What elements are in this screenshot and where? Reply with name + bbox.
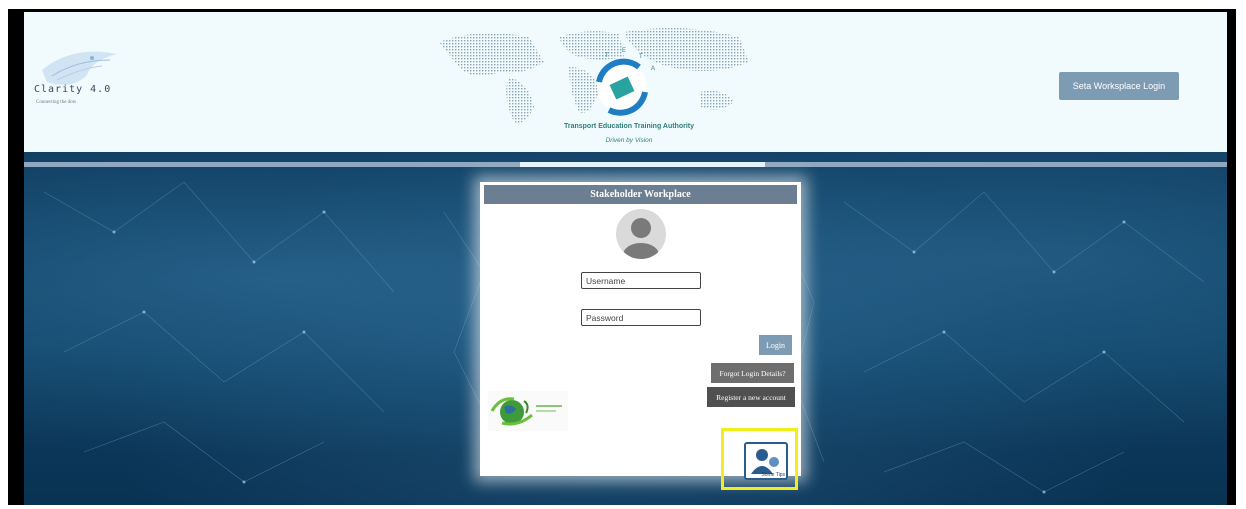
app-logo-title: Clarity 4.0 bbox=[34, 84, 112, 95]
header: Clarity 4.0 Connecting the dots T E T A bbox=[24, 12, 1227, 152]
password-input[interactable] bbox=[581, 309, 701, 326]
svg-text:T: T bbox=[639, 54, 643, 60]
panel-title: Stakeholder Workplace bbox=[484, 185, 797, 204]
login-panel: Stakeholder Workplace Login Forgot Login… bbox=[480, 182, 801, 490]
tips-highlight[interactable]: Some Tips bbox=[721, 428, 798, 490]
svg-text:A: A bbox=[651, 66, 655, 72]
login-button[interactable]: Login bbox=[759, 335, 792, 355]
tips-user-icon[interactable]: Some Tips bbox=[744, 442, 788, 480]
app-logo-subtitle: Connecting the dots bbox=[36, 100, 76, 105]
progress-fill bbox=[520, 162, 765, 167]
register-account-button[interactable]: Register a new account bbox=[707, 387, 795, 407]
org-tagline: Driven by Vision bbox=[605, 137, 653, 144]
svg-text:T: T bbox=[605, 53, 609, 59]
tips-label: Some Tips bbox=[761, 472, 785, 478]
page-frame: Clarity 4.0 Connecting the dots T E T A bbox=[8, 9, 1236, 505]
org-name: Transport Education Training Authority bbox=[563, 123, 695, 130]
forgot-login-details-button[interactable]: Forgot Login Details? bbox=[711, 363, 794, 383]
username-input[interactable] bbox=[581, 272, 701, 289]
eco-earth-logo-icon bbox=[488, 391, 568, 431]
svg-text:E: E bbox=[622, 48, 626, 54]
seta-workplace-login-button[interactable]: Seta Worksplace Login bbox=[1059, 72, 1179, 100]
user-avatar-icon bbox=[616, 209, 666, 259]
